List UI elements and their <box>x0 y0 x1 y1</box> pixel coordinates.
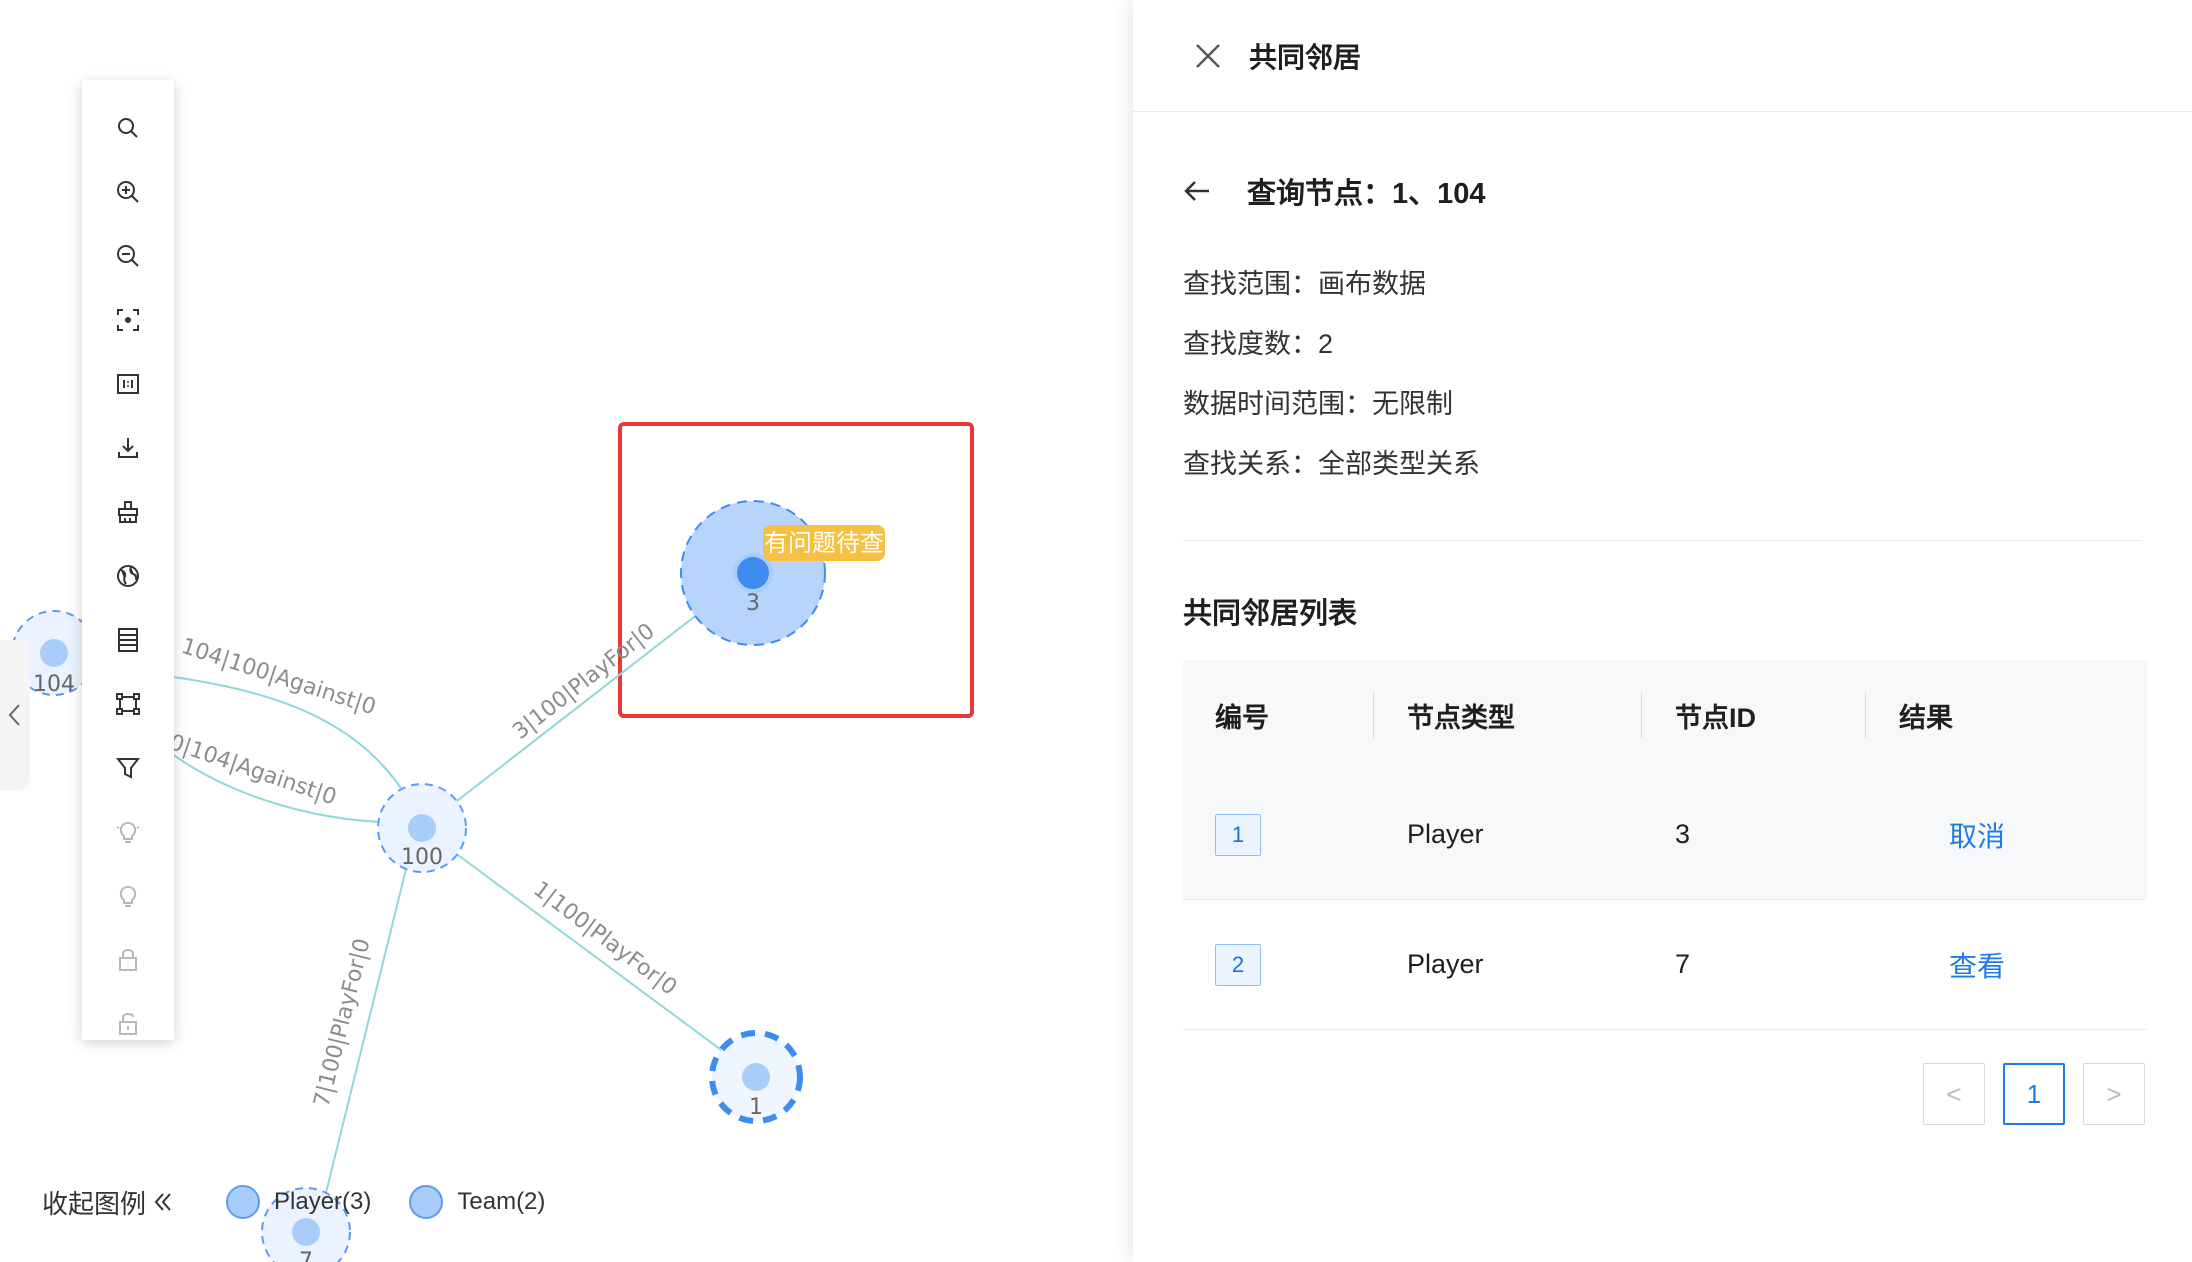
edge-label: 7|100|PlayFor|0 <box>310 936 376 1109</box>
edge-1-100[interactable] <box>434 837 756 1076</box>
info-search-degree: 查找度数：2 <box>1183 329 1334 359</box>
filter-tool[interactable] <box>82 736 174 800</box>
list-tool[interactable] <box>82 608 174 672</box>
node-100[interactable]: 100 <box>377 783 467 873</box>
globe-icon <box>117 565 139 587</box>
frame-select-tool[interactable] <box>82 672 174 736</box>
highlight-on-tool <box>82 800 174 864</box>
node-label: 104 <box>33 672 75 697</box>
edge-label: 1|100|PlayFor|0 <box>528 877 681 1001</box>
filter-icon <box>115 758 141 779</box>
node-3[interactable]: 3 有问题待查 <box>680 500 885 646</box>
fit-view-tool[interactable] <box>82 288 174 352</box>
common-neighbors-panel: 共同邻居 查询节点：1、104 查找范围：画布数据 查找度数：2 数据时间范围：… <box>1133 0 2192 1262</box>
table-row[interactable]: 1 Player 3 取消 <box>1183 770 2147 900</box>
highlight-off-tool <box>82 864 174 928</box>
lock-icon <box>119 948 137 971</box>
neighbors-table: 编号 节点类型 节点ID 结果 1 Player 3 取消 2 Player 7… <box>1183 660 2147 1030</box>
legend-label: Player(3) <box>274 1188 372 1215</box>
unlock-icon <box>119 1012 137 1035</box>
legend-dot <box>226 1185 261 1219</box>
legend-toggle[interactable]: 收起图例 <box>42 1184 174 1221</box>
edge-label: 0|104|Against|0 <box>166 730 339 811</box>
globe-tool[interactable] <box>82 544 174 608</box>
panel-header: 共同邻居 <box>1133 0 2192 112</box>
zoom-out-icon <box>117 245 139 267</box>
cancel-link[interactable]: 取消 <box>1899 821 2005 852</box>
unlock-tool <box>82 992 174 1056</box>
edge-label: 104|100|Against|0 <box>178 634 379 720</box>
list-icon <box>118 628 138 652</box>
chevron-left-icon <box>8 704 20 726</box>
clear-icon <box>118 501 138 523</box>
zoom-in-tool[interactable] <box>82 160 174 224</box>
table-row[interactable]: 2 Player 7 查看 <box>1183 900 2147 1030</box>
info-time-range: 数据时间范围：无限制 <box>1183 389 1453 419</box>
back-arrow-icon[interactable] <box>1183 179 1211 203</box>
header-node-type: 节点类型 <box>1373 660 1641 770</box>
page-1-button[interactable]: 1 <box>2003 1063 2065 1125</box>
actual-size-tool[interactable] <box>82 352 174 416</box>
cell-node-id: 3 <box>1675 819 1691 849</box>
search-icon <box>118 118 138 138</box>
header-node-id: 节点ID <box>1641 660 1865 770</box>
table-header: 编号 节点类型 节点ID 结果 <box>1183 660 2147 770</box>
legend-label: Team(2) <box>457 1188 546 1215</box>
node-label: 1 <box>749 1095 763 1120</box>
legend-dot <box>409 1185 444 1219</box>
edge-label: 3|100|PlayFor|0 <box>508 619 659 745</box>
list-title: 共同邻居列表 <box>1183 598 1358 630</box>
prev-page-button[interactable]: < <box>1923 1063 1985 1125</box>
zoom-out-tool[interactable] <box>82 224 174 288</box>
row-number-badge: 2 <box>1215 943 1261 986</box>
node-label: 7 <box>299 1249 313 1262</box>
node-tag-label: 有问题待查 <box>764 529 884 557</box>
pagination: < 1 > <box>1923 1063 2145 1125</box>
legend-toggle-label: 收起图例 <box>42 1188 147 1219</box>
header-result: 结果 <box>1865 660 2147 770</box>
row-number-badge: 1 <box>1215 813 1261 856</box>
info-relation: 查找关系：全部类型关系 <box>1183 449 1480 479</box>
collapse-left-button[interactable] <box>0 640 30 790</box>
search-tool[interactable] <box>82 96 174 160</box>
graph-canvas[interactable]: 104|100|Against|0 0|104|Against|0 3|100|… <box>0 0 1133 1262</box>
node-label: 100 <box>401 845 443 870</box>
legend: 收起图例 Player(3) Team(2) <box>42 1182 545 1222</box>
close-icon[interactable] <box>1193 41 1223 71</box>
query-row: 查询节点：1、104 <box>1183 170 1486 212</box>
graph-toolbar <box>82 80 174 1040</box>
lightbulb-on-icon <box>116 821 140 843</box>
lock-tool <box>82 928 174 992</box>
divider <box>1183 540 2142 541</box>
actual-size-icon <box>117 374 139 394</box>
cell-node-type: Player <box>1407 819 1484 849</box>
frame-select-icon <box>116 693 140 715</box>
fit-view-icon <box>117 309 139 331</box>
info-search-scope: 查找范围：画布数据 <box>1183 269 1426 299</box>
legend-item-player[interactable]: Player(3) <box>226 1185 371 1219</box>
node-1[interactable]: 1 <box>709 1030 803 1124</box>
node-label: 3 <box>746 591 760 616</box>
zoom-in-icon <box>117 181 139 203</box>
legend-item-team[interactable]: Team(2) <box>409 1185 545 1219</box>
next-page-button[interactable]: > <box>2083 1063 2145 1125</box>
cell-node-type: Player <box>1407 949 1484 979</box>
panel-title: 共同邻居 <box>1249 41 1362 73</box>
clear-tool[interactable] <box>82 480 174 544</box>
view-link[interactable]: 查看 <box>1899 951 2005 982</box>
download-tool[interactable] <box>82 416 174 480</box>
header-num: 编号 <box>1215 702 1269 733</box>
download-icon <box>118 438 138 458</box>
query-title: 查询节点：1、104 <box>1247 178 1486 210</box>
double-chevron-left-icon <box>154 1193 171 1211</box>
cell-node-id: 7 <box>1675 949 1691 979</box>
lightbulb-off-icon <box>119 885 137 907</box>
